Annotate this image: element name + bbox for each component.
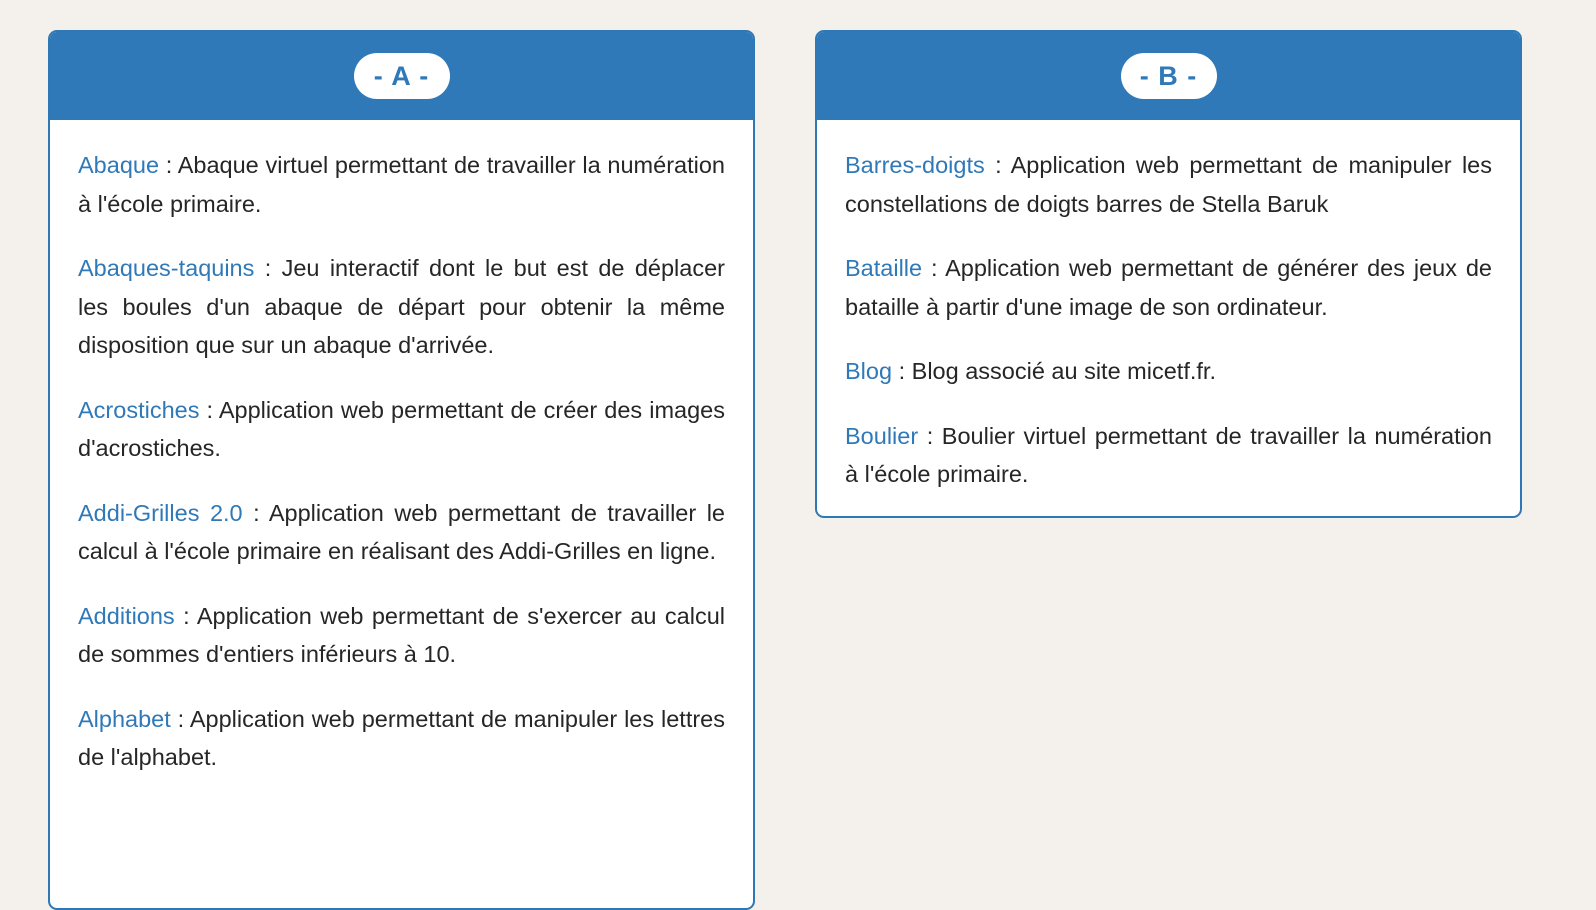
letter-card-a-header: - A - bbox=[50, 32, 753, 120]
entry-separator: : bbox=[159, 152, 178, 178]
entry-link-acrostiches[interactable]: Acrostiches bbox=[78, 397, 199, 423]
entry-separator: : bbox=[242, 499, 269, 526]
letter-card-a-body: Abaque : Abaque virtuel permettant de tr… bbox=[50, 120, 753, 799]
list-item: Bataille : Application web permettant de… bbox=[845, 249, 1492, 326]
entry-separator: : bbox=[254, 255, 282, 281]
entry-link-additions[interactable]: Additions bbox=[78, 603, 175, 629]
entry-link-addi-grilles[interactable]: Addi-Grilles 2.0 bbox=[78, 500, 243, 526]
list-item: Additions : Application web permettant d… bbox=[78, 597, 725, 674]
letter-card-b-header: - B - bbox=[817, 32, 1520, 120]
entry-description: Boulier virtuel permettant de travailler… bbox=[845, 422, 1492, 488]
entry-separator: : bbox=[918, 422, 942, 449]
entry-separator: : bbox=[892, 358, 912, 384]
list-item: Barres-doigts : Application web permetta… bbox=[845, 146, 1492, 223]
list-item: Boulier : Boulier virtuel permettant de … bbox=[845, 417, 1492, 494]
list-item: Acrostiches : Application web permettant… bbox=[78, 391, 725, 468]
entry-link-abaque[interactable]: Abaque bbox=[78, 152, 159, 178]
entry-link-abaques-taquins[interactable]: Abaques-taquins bbox=[78, 255, 254, 281]
letter-badge-b: - B - bbox=[1120, 53, 1217, 99]
entry-link-blog[interactable]: Blog bbox=[845, 358, 892, 384]
entry-separator: : bbox=[922, 255, 946, 281]
letter-card-b: - B - Barres-doigts : Application web pe… bbox=[815, 30, 1522, 518]
entry-description: Blog associé au site micetf.fr. bbox=[911, 358, 1216, 384]
list-item: Abaques-taquins : Jeu interactif dont le… bbox=[78, 249, 725, 365]
list-item: Blog : Blog associé au site micetf.fr. bbox=[845, 352, 1492, 391]
cards-board: - A - Abaque : Abaque virtuel permettant… bbox=[0, 0, 1596, 910]
entry-separator: : bbox=[984, 152, 1011, 178]
entry-link-barres-doigts[interactable]: Barres-doigts bbox=[845, 152, 985, 178]
entry-link-bataille[interactable]: Bataille bbox=[845, 255, 922, 281]
entry-separator: : bbox=[170, 705, 190, 732]
entry-link-alphabet[interactable]: Alphabet bbox=[78, 706, 171, 732]
entry-separator: : bbox=[174, 602, 197, 629]
entry-link-boulier[interactable]: Boulier bbox=[845, 423, 918, 449]
entry-separator: : bbox=[199, 396, 219, 423]
list-item: Addi-Grilles 2.0 : Application web perme… bbox=[78, 494, 725, 571]
letter-card-b-body: Barres-doigts : Application web permetta… bbox=[817, 120, 1520, 516]
list-item: Abaque : Abaque virtuel permettant de tr… bbox=[78, 146, 725, 223]
letter-badge-a: - A - bbox=[353, 53, 450, 99]
letter-card-a: - A - Abaque : Abaque virtuel permettant… bbox=[48, 30, 755, 910]
list-item: Alphabet : Application web permettant de… bbox=[78, 700, 725, 777]
